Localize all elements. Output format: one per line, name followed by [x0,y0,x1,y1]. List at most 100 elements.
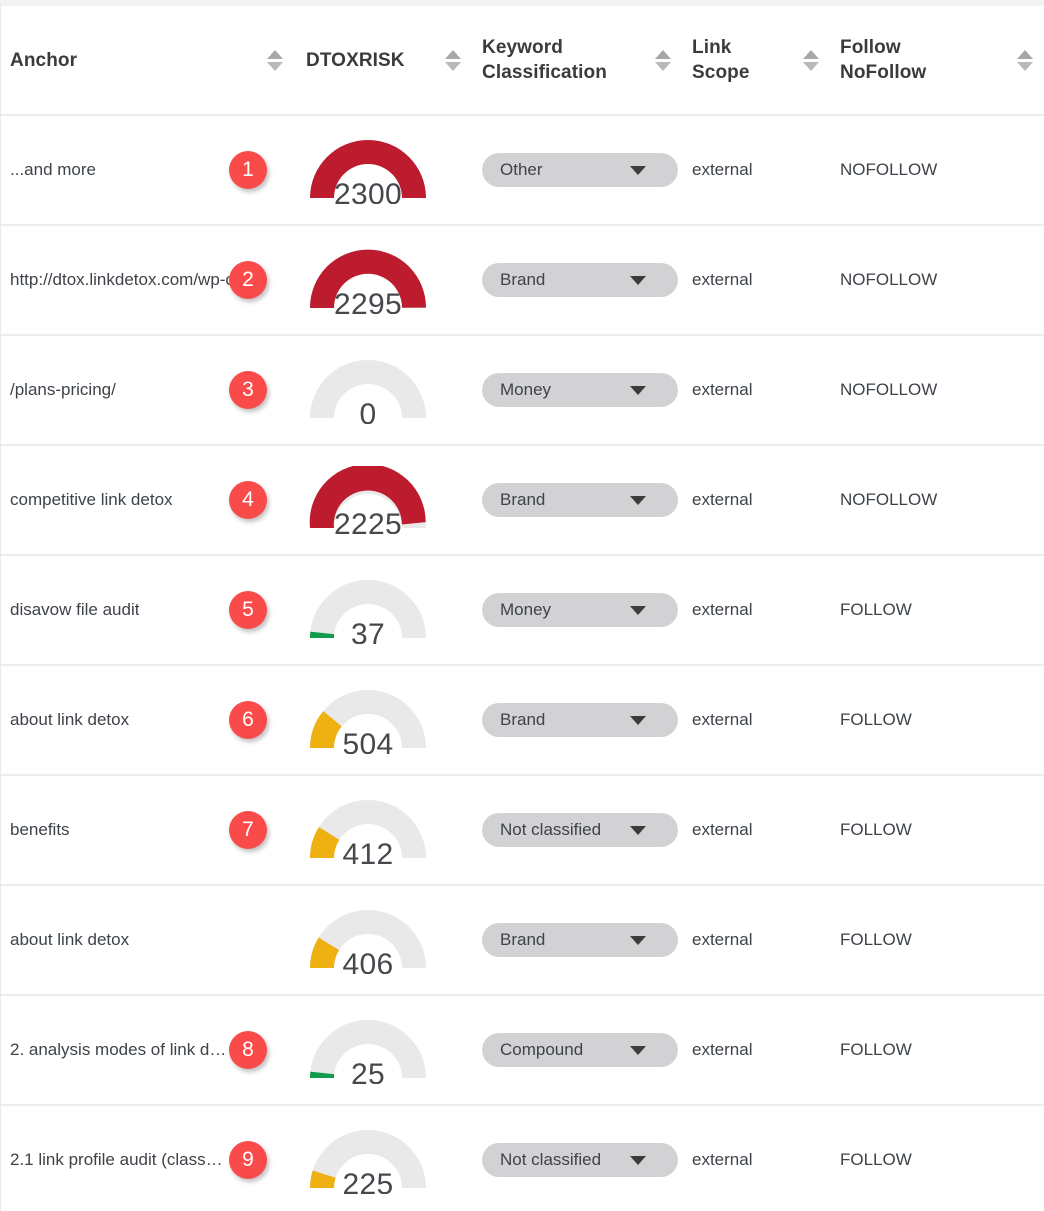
cell-follow-nofollow: NOFOLLOW [830,335,1044,445]
column-header-link-scope-label: Link Scope [692,37,750,83]
follow-nofollow-value: FOLLOW [840,600,912,619]
cell-follow-nofollow: NOFOLLOW [830,225,1044,335]
cell-anchor[interactable]: about link detox [1,885,294,995]
sort-arrows-icon[interactable] [266,43,284,77]
keyword-classification-select[interactable]: Money [482,373,678,407]
dtoxrisk-gauge: 2225 [306,466,430,534]
anchor-text: competitive link detox [10,490,173,509]
cell-keyword-classification[interactable]: Not classified [472,1105,682,1211]
cell-keyword-classification[interactable]: Brand [472,445,682,555]
link-scope-value: external [692,710,753,729]
cell-keyword-classification[interactable]: Brand [472,885,682,995]
column-header-anchor[interactable]: Anchor [1,6,294,114]
cell-anchor[interactable]: ...and more 1 [1,115,294,225]
table-row[interactable]: disavow file audit 5 37 Money external F… [1,556,1044,666]
row-number-badge: 8 [229,1031,267,1069]
column-header-keyword-classification[interactable]: Keyword Classification [472,6,682,114]
link-scope-value: external [692,160,753,179]
keyword-classification-select[interactable]: Not classified [482,1143,678,1177]
chevron-down-icon[interactable] [630,165,646,175]
row-number-badge: 7 [229,811,267,849]
keyword-classification-select[interactable]: Brand [482,263,678,297]
row-number-badge: 1 [229,151,267,189]
column-header-link-scope[interactable]: Link Scope [682,6,830,114]
cell-link-scope: external [682,335,830,445]
keyword-classification-select[interactable]: Brand [482,703,678,737]
dtoxrisk-value: 2295 [334,288,402,315]
table-row[interactable]: ...and more 1 2300 Other external NOFOLL… [1,116,1044,226]
chevron-down-icon[interactable] [630,825,646,835]
anchor-text: http://dtox.linkdetox.com/wp-c… [10,270,251,289]
cell-anchor[interactable]: about link detox 6 [1,665,294,775]
dtoxrisk-value: 2300 [334,178,402,205]
link-scope-value: external [692,380,753,399]
cell-keyword-classification[interactable]: Not classified [472,775,682,885]
sort-arrows-icon[interactable] [1016,43,1034,77]
keyword-classification-select[interactable]: Other [482,153,678,187]
keyword-classification-value: Brand [500,490,546,509]
cell-follow-nofollow: FOLLOW [830,775,1044,885]
chevron-down-icon[interactable] [630,495,646,505]
cell-anchor[interactable]: benefits 7 [1,775,294,885]
dtoxrisk-value: 25 [351,1058,385,1085]
keyword-classification-select[interactable]: Brand [482,483,678,517]
cell-link-scope: external [682,665,830,775]
cell-dtoxrisk: 2295 [294,225,472,335]
dtoxrisk-gauge: 2300 [306,136,430,204]
keyword-classification-value: Money [500,380,552,399]
row-number-badge: 5 [229,591,267,629]
cell-follow-nofollow: FOLLOW [830,555,1044,665]
keyword-classification-select[interactable]: Not classified [482,813,678,847]
chevron-down-icon[interactable] [630,1045,646,1055]
column-header-dtoxrisk[interactable]: DTOXRISK [294,6,472,114]
column-header-dtoxrisk-label: DTOXRISK [306,49,405,71]
cell-anchor[interactable]: http://dtox.linkdetox.com/wp-c… 2 [1,225,294,335]
chevron-down-icon[interactable] [630,715,646,725]
dtoxrisk-value: 412 [342,838,394,865]
sort-arrows-icon[interactable] [654,43,672,77]
chevron-down-icon[interactable] [630,275,646,285]
cell-anchor[interactable]: 2. analysis modes of link d… 8 [1,995,294,1105]
chevron-down-icon[interactable] [630,385,646,395]
cell-follow-nofollow: FOLLOW [830,995,1044,1105]
column-header-follow-nofollow-label: Follow NoFollow [840,37,927,83]
table-row[interactable]: competitive link detox 4 2225 Brand exte… [1,446,1044,556]
cell-dtoxrisk: 2300 [294,115,472,225]
table-header-row: Anchor DTOXRISK Keyword Classification L… [1,6,1044,116]
sort-arrows-icon[interactable] [802,43,820,77]
cell-keyword-classification[interactable]: Money [472,555,682,665]
cell-keyword-classification[interactable]: Compound [472,995,682,1105]
follow-nofollow-value: FOLLOW [840,930,912,949]
cell-keyword-classification[interactable]: Brand [472,225,682,335]
cell-keyword-classification[interactable]: Brand [472,665,682,775]
cell-keyword-classification[interactable]: Money [472,335,682,445]
keyword-classification-select[interactable]: Brand [482,923,678,957]
table-row[interactable]: http://dtox.linkdetox.com/wp-c… 2 2295 B… [1,226,1044,336]
table-row[interactable]: benefits 7 412 Not classified external F… [1,776,1044,886]
cell-anchor[interactable]: 2.1 link profile audit (class… 9 [1,1105,294,1211]
table-row[interactable]: about link detox 406 Brand external FOLL… [1,886,1044,996]
link-scope-value: external [692,930,753,949]
keyword-classification-select[interactable]: Money [482,593,678,627]
dtoxrisk-value: 504 [342,728,394,755]
chevron-down-icon[interactable] [630,935,646,945]
link-scope-value: external [692,600,753,619]
cell-anchor[interactable]: /plans-pricing/ 3 [1,335,294,445]
table-row[interactable]: 2. analysis modes of link d… 8 25 Compou… [1,996,1044,1106]
chevron-down-icon[interactable] [630,1155,646,1165]
follow-nofollow-value: FOLLOW [840,1150,912,1169]
sort-arrows-icon[interactable] [444,43,462,77]
cell-follow-nofollow: NOFOLLOW [830,445,1044,555]
chevron-down-icon[interactable] [630,605,646,615]
keyword-classification-select[interactable]: Compound [482,1033,678,1067]
anchor-text: 2.1 link profile audit (class… [10,1150,223,1169]
table-row[interactable]: /plans-pricing/ 3 0 Money external NOFOL… [1,336,1044,446]
follow-nofollow-value: NOFOLLOW [840,270,938,289]
cell-anchor[interactable]: competitive link detox 4 [1,445,294,555]
follow-nofollow-value: NOFOLLOW [840,380,938,399]
cell-keyword-classification[interactable]: Other [472,115,682,225]
cell-anchor[interactable]: disavow file audit 5 [1,555,294,665]
table-row[interactable]: 2.1 link profile audit (class… 9 225 Not… [1,1106,1044,1211]
column-header-follow-nofollow[interactable]: Follow NoFollow [830,6,1044,114]
table-row[interactable]: about link detox 6 504 Brand external FO… [1,666,1044,776]
